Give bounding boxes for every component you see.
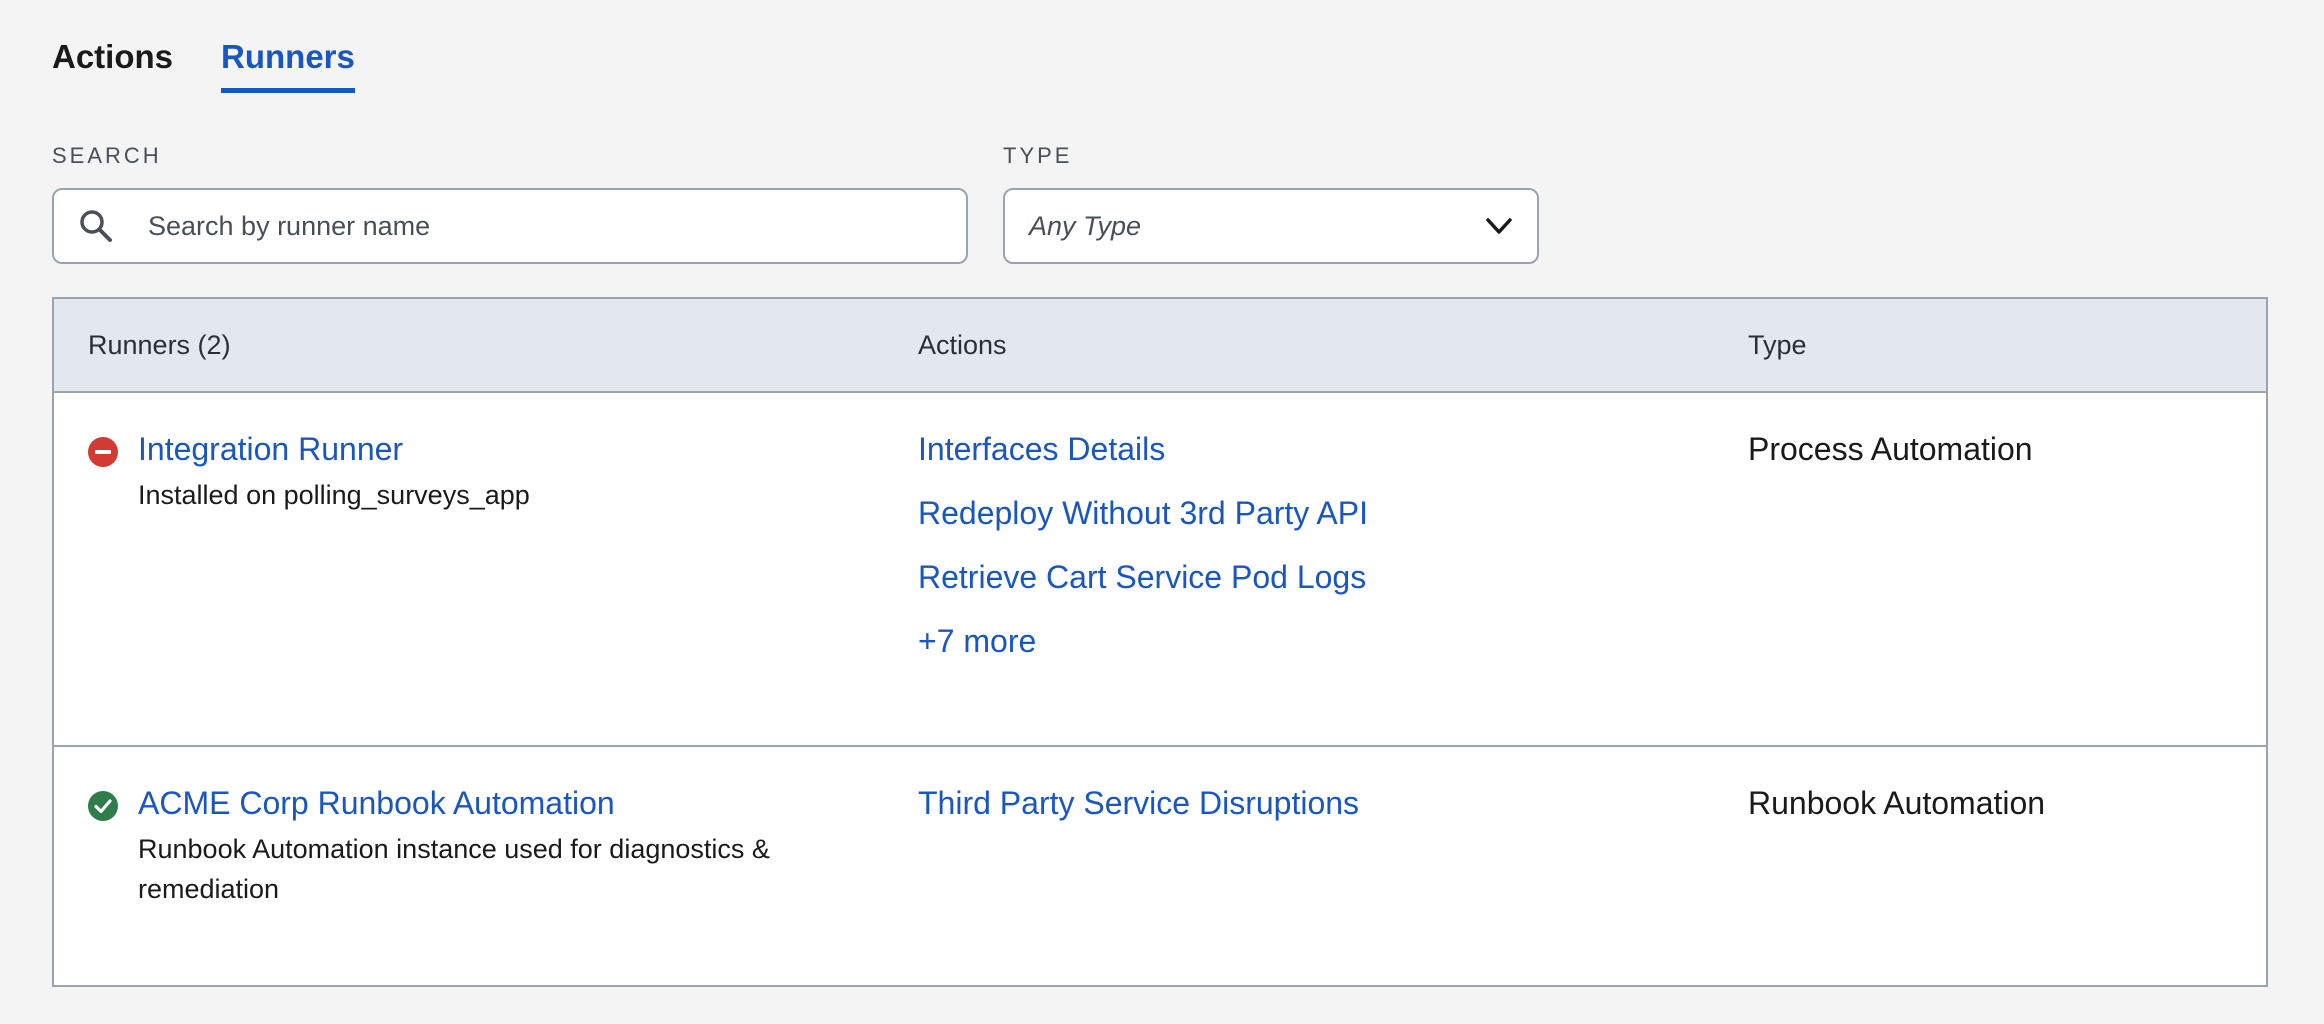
check-circle-icon [88,791,118,821]
type-label: TYPE [1003,143,1073,168]
search-input[interactable] [148,190,966,262]
runners-table: Runners (2) Actions Type Integration Run… [52,297,2268,987]
header-actions: Actions [918,329,1007,360]
chevron-down-icon [1483,210,1515,242]
action-link[interactable]: Redeploy Without 3rd Party API [918,495,1368,532]
runner-type: Runbook Automation [1748,785,2046,821]
action-link[interactable]: Third Party Service Disruptions [918,785,1359,822]
action-link[interactable]: Interfaces Details [918,431,1165,468]
type-select-value: Any Type [1029,210,1142,241]
runner-type: Process Automation [1748,431,2033,467]
runner-name-link[interactable]: Integration Runner [138,431,403,468]
search-field[interactable] [52,188,968,264]
runner-description: Installed on polling_surveys_app [138,480,530,510]
search-label: SEARCH [52,143,162,168]
runner-description: Runbook Automation instance used for dia… [138,834,770,904]
action-link[interactable]: Retrieve Cart Service Pod Logs [918,559,1366,596]
table-row: ACME Corp Runbook Automation Runbook Aut… [54,747,2266,985]
search-icon [76,206,116,246]
tab-bar: Actions Runners [52,36,355,93]
tab-actions[interactable]: Actions [52,36,173,93]
type-select[interactable]: Any Type [1003,188,1539,264]
table-header: Runners (2) Actions Type [54,299,2266,393]
more-actions-link[interactable]: +7 more [918,623,1036,660]
minus-circle-icon [88,437,118,467]
table-row: Integration Runner Installed on polling_… [54,393,2266,747]
tab-runners[interactable]: Runners [221,36,355,93]
header-type: Type [1748,329,1807,360]
runner-name-link[interactable]: ACME Corp Runbook Automation [138,785,615,822]
header-runners: Runners (2) [88,329,231,360]
